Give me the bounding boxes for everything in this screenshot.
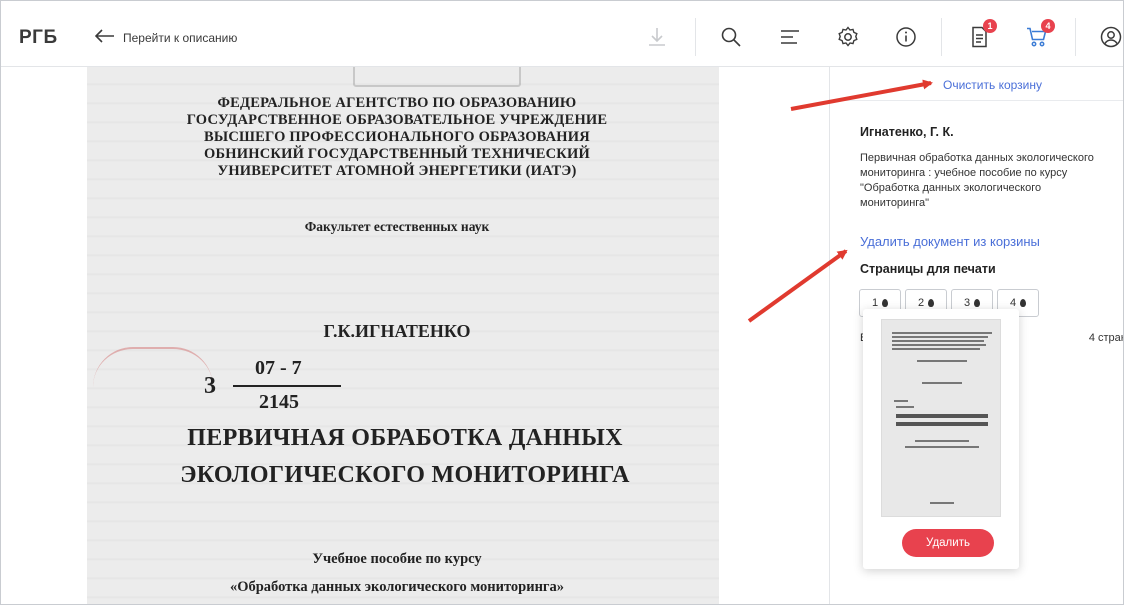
classification-divider [233, 385, 341, 387]
page-thumbnail [881, 319, 1001, 517]
arrow-left-icon [94, 29, 115, 46]
cart-item-author: Игнатенко, Г. К. [860, 125, 954, 139]
document-subtitle-line1: Учебное пособие по курсу [312, 551, 482, 567]
info-icon[interactable] [894, 25, 918, 49]
cart-item-description: Первичная обработка данных экологическог… [860, 152, 1094, 209]
drop-icon [974, 299, 981, 307]
document-badge: 1 [983, 19, 997, 33]
drop-icon [928, 299, 935, 307]
cart-badge: 4 [1041, 19, 1055, 33]
document-viewer[interactable]: ФЕДЕРАЛЬНОЕ АГЕНТСТВО ПО ОБРАЗОВАНИЮ ГОС… [1, 67, 829, 604]
back-to-description-link[interactable]: Перейти к описанию [94, 29, 238, 46]
library-stamp [353, 67, 521, 87]
document-author: Г.К.ИГНАТЕНКО [323, 321, 471, 341]
toolbar-divider [695, 18, 696, 56]
toolbar-divider [1075, 18, 1076, 56]
document-page-scan: ФЕДЕРАЛЬНОЕ АГЕНТСТВО ПО ОБРАЗОВАНИЮ ГОС… [87, 67, 719, 604]
delete-button[interactable]: Удалить [902, 529, 994, 557]
classification-bottom: 2145 [259, 391, 299, 413]
search-icon[interactable] [719, 25, 743, 49]
remove-document-link[interactable]: Удалить документ из корзины [860, 234, 1040, 249]
document-subtitle-line2: «Обработка данных экологического монитор… [229, 579, 565, 595]
cart-icon[interactable]: 4 [1025, 19, 1055, 49]
classification-number: 3 [204, 373, 216, 399]
page-preview-popup: Удалить [863, 309, 1019, 569]
logo[interactable]: РГБ [19, 27, 58, 49]
back-label: Перейти к описанию [123, 30, 238, 45]
pencil-mark [93, 347, 213, 387]
pages-count: 4 страни [1088, 332, 1123, 344]
print-pages-label: Страницы для печати [860, 262, 996, 276]
download-icon[interactable] [645, 25, 669, 49]
document-faculty: Факультет естественных наук [304, 219, 490, 234]
app-window: РГБ Перейти к описанию 1 4 ФЕДЕРАЛЬНОЕ А… [0, 0, 1124, 605]
user-icon[interactable] [1099, 25, 1123, 49]
toolbar-divider [941, 18, 942, 56]
panel-divider [830, 100, 1123, 101]
gear-icon[interactable] [836, 25, 860, 49]
clear-cart-link[interactable]: Очистить корзину [943, 78, 1042, 92]
document-list-icon[interactable]: 1 [967, 19, 997, 49]
document-title-line1: ПЕРВИЧНАЯ ОБРАБОТКА ДАННЫХ [187, 425, 623, 451]
classification-top: 07 - 7 [255, 357, 302, 379]
document-header: ФЕДЕРАЛЬНОЕ АГЕНТСТВО ПО ОБРАЗОВАНИЮ ГОС… [186, 95, 608, 179]
top-toolbar: РГБ Перейти к описанию 1 4 [1, 1, 1123, 67]
document-title-line2: ЭКОЛОГИЧЕСКОГО МОНИТОРИНГА [180, 462, 630, 488]
drop-icon [1020, 299, 1027, 307]
menu-icon[interactable] [778, 25, 802, 49]
drop-icon [882, 299, 889, 307]
